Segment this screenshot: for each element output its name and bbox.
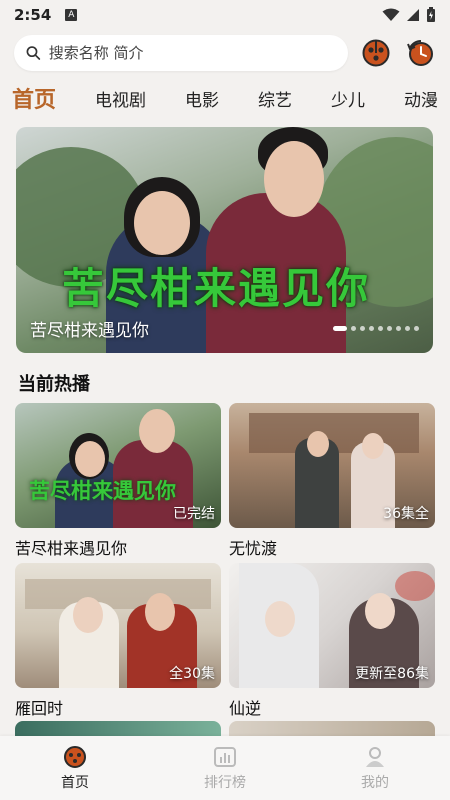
show-poster: 苦尽柑来遇见你 已完结: [15, 403, 221, 528]
status-time: 2:54: [14, 6, 52, 24]
show-title: 仙逆: [229, 699, 262, 718]
category-tabs: 首页 电视剧 电影 综艺 少儿 动漫: [12, 82, 438, 114]
show-poster: 更新至86集: [229, 563, 435, 688]
banner-caption: 苦尽柑来遇见你: [30, 321, 149, 341]
show-title: 无忧渡: [229, 539, 278, 558]
tab-home[interactable]: 首页: [12, 82, 56, 114]
banner-actress-face: [134, 191, 190, 255]
show-poster: 36集全: [229, 403, 435, 528]
history-icon: [407, 39, 433, 66]
search-input[interactable]: [46, 43, 336, 63]
history-button[interactable]: [404, 37, 436, 69]
status-bar: 2:54 A: [0, 0, 450, 30]
film-reel-icon: [64, 745, 86, 768]
nav-profile-label: 我的: [361, 774, 389, 791]
show-card[interactable]: 苦尽柑来遇见你 已完结 苦尽柑来遇见你: [15, 403, 221, 559]
show-card[interactable]: 全30集 雁回时: [15, 563, 221, 719]
wifi-icon: [382, 8, 400, 21]
carousel-dot[interactable]: [369, 326, 374, 331]
featured-banner[interactable]: 苦尽柑来遇见你 苦尽柑来遇见你: [16, 127, 433, 353]
bottom-navigation: 首页 排行榜 我的: [0, 736, 450, 800]
show-card[interactable]: 36集全 无忧渡: [229, 403, 435, 559]
show-card[interactable]: 更新至86集 仙逆: [229, 563, 435, 719]
episode-badge: 36集全: [383, 506, 429, 522]
nav-home[interactable]: 首页: [25, 745, 125, 792]
carousel-dot[interactable]: [405, 326, 410, 331]
carousel-dot[interactable]: [351, 326, 356, 331]
carousel-dot[interactable]: [396, 326, 401, 331]
episode-badge: 更新至86集: [355, 666, 429, 682]
tab-kids[interactable]: 少儿: [331, 86, 365, 111]
carousel-dot[interactable]: [387, 326, 392, 331]
episode-badge: 已完结: [173, 506, 215, 522]
nav-home-label: 首页: [61, 774, 89, 791]
tab-anime[interactable]: 动漫: [404, 86, 438, 111]
search-icon: [26, 46, 41, 60]
film-reel-icon: [362, 39, 390, 67]
bar-chart-icon: [214, 746, 236, 767]
carousel-dot[interactable]: [378, 326, 383, 331]
battery-icon: [427, 7, 435, 22]
carousel-dot[interactable]: [414, 326, 419, 331]
section-title: 当前热播: [18, 374, 90, 395]
carousel-dot[interactable]: [333, 326, 347, 331]
nav-profile[interactable]: 我的: [325, 745, 425, 792]
show-poster: 全30集: [15, 563, 221, 688]
banner-actor-face: [264, 141, 324, 217]
carousel-dot[interactable]: [360, 326, 365, 331]
nav-ranking-label: 排行榜: [204, 774, 246, 791]
search-box[interactable]: [14, 35, 348, 71]
tab-variety[interactable]: 综艺: [258, 86, 292, 111]
episode-badge: 全30集: [169, 666, 215, 682]
nav-ranking[interactable]: 排行榜: [175, 745, 275, 792]
notification-icon: A: [65, 9, 78, 21]
show-poster-art-title: 苦尽柑来遇见你: [29, 478, 176, 503]
tab-movies[interactable]: 电影: [185, 86, 219, 111]
banner-art-title: 苦尽柑来遇见你: [62, 264, 371, 313]
status-indicators: [382, 7, 436, 23]
tab-tv-series[interactable]: 电视剧: [95, 86, 146, 111]
carousel-indicator: [333, 326, 419, 331]
user-icon: [366, 746, 384, 767]
show-title: 苦尽柑来遇见你: [15, 539, 128, 558]
signal-icon: [407, 9, 419, 21]
record-button[interactable]: [360, 37, 392, 69]
show-title: 雁回时: [15, 699, 64, 718]
top-bar: [14, 34, 436, 72]
